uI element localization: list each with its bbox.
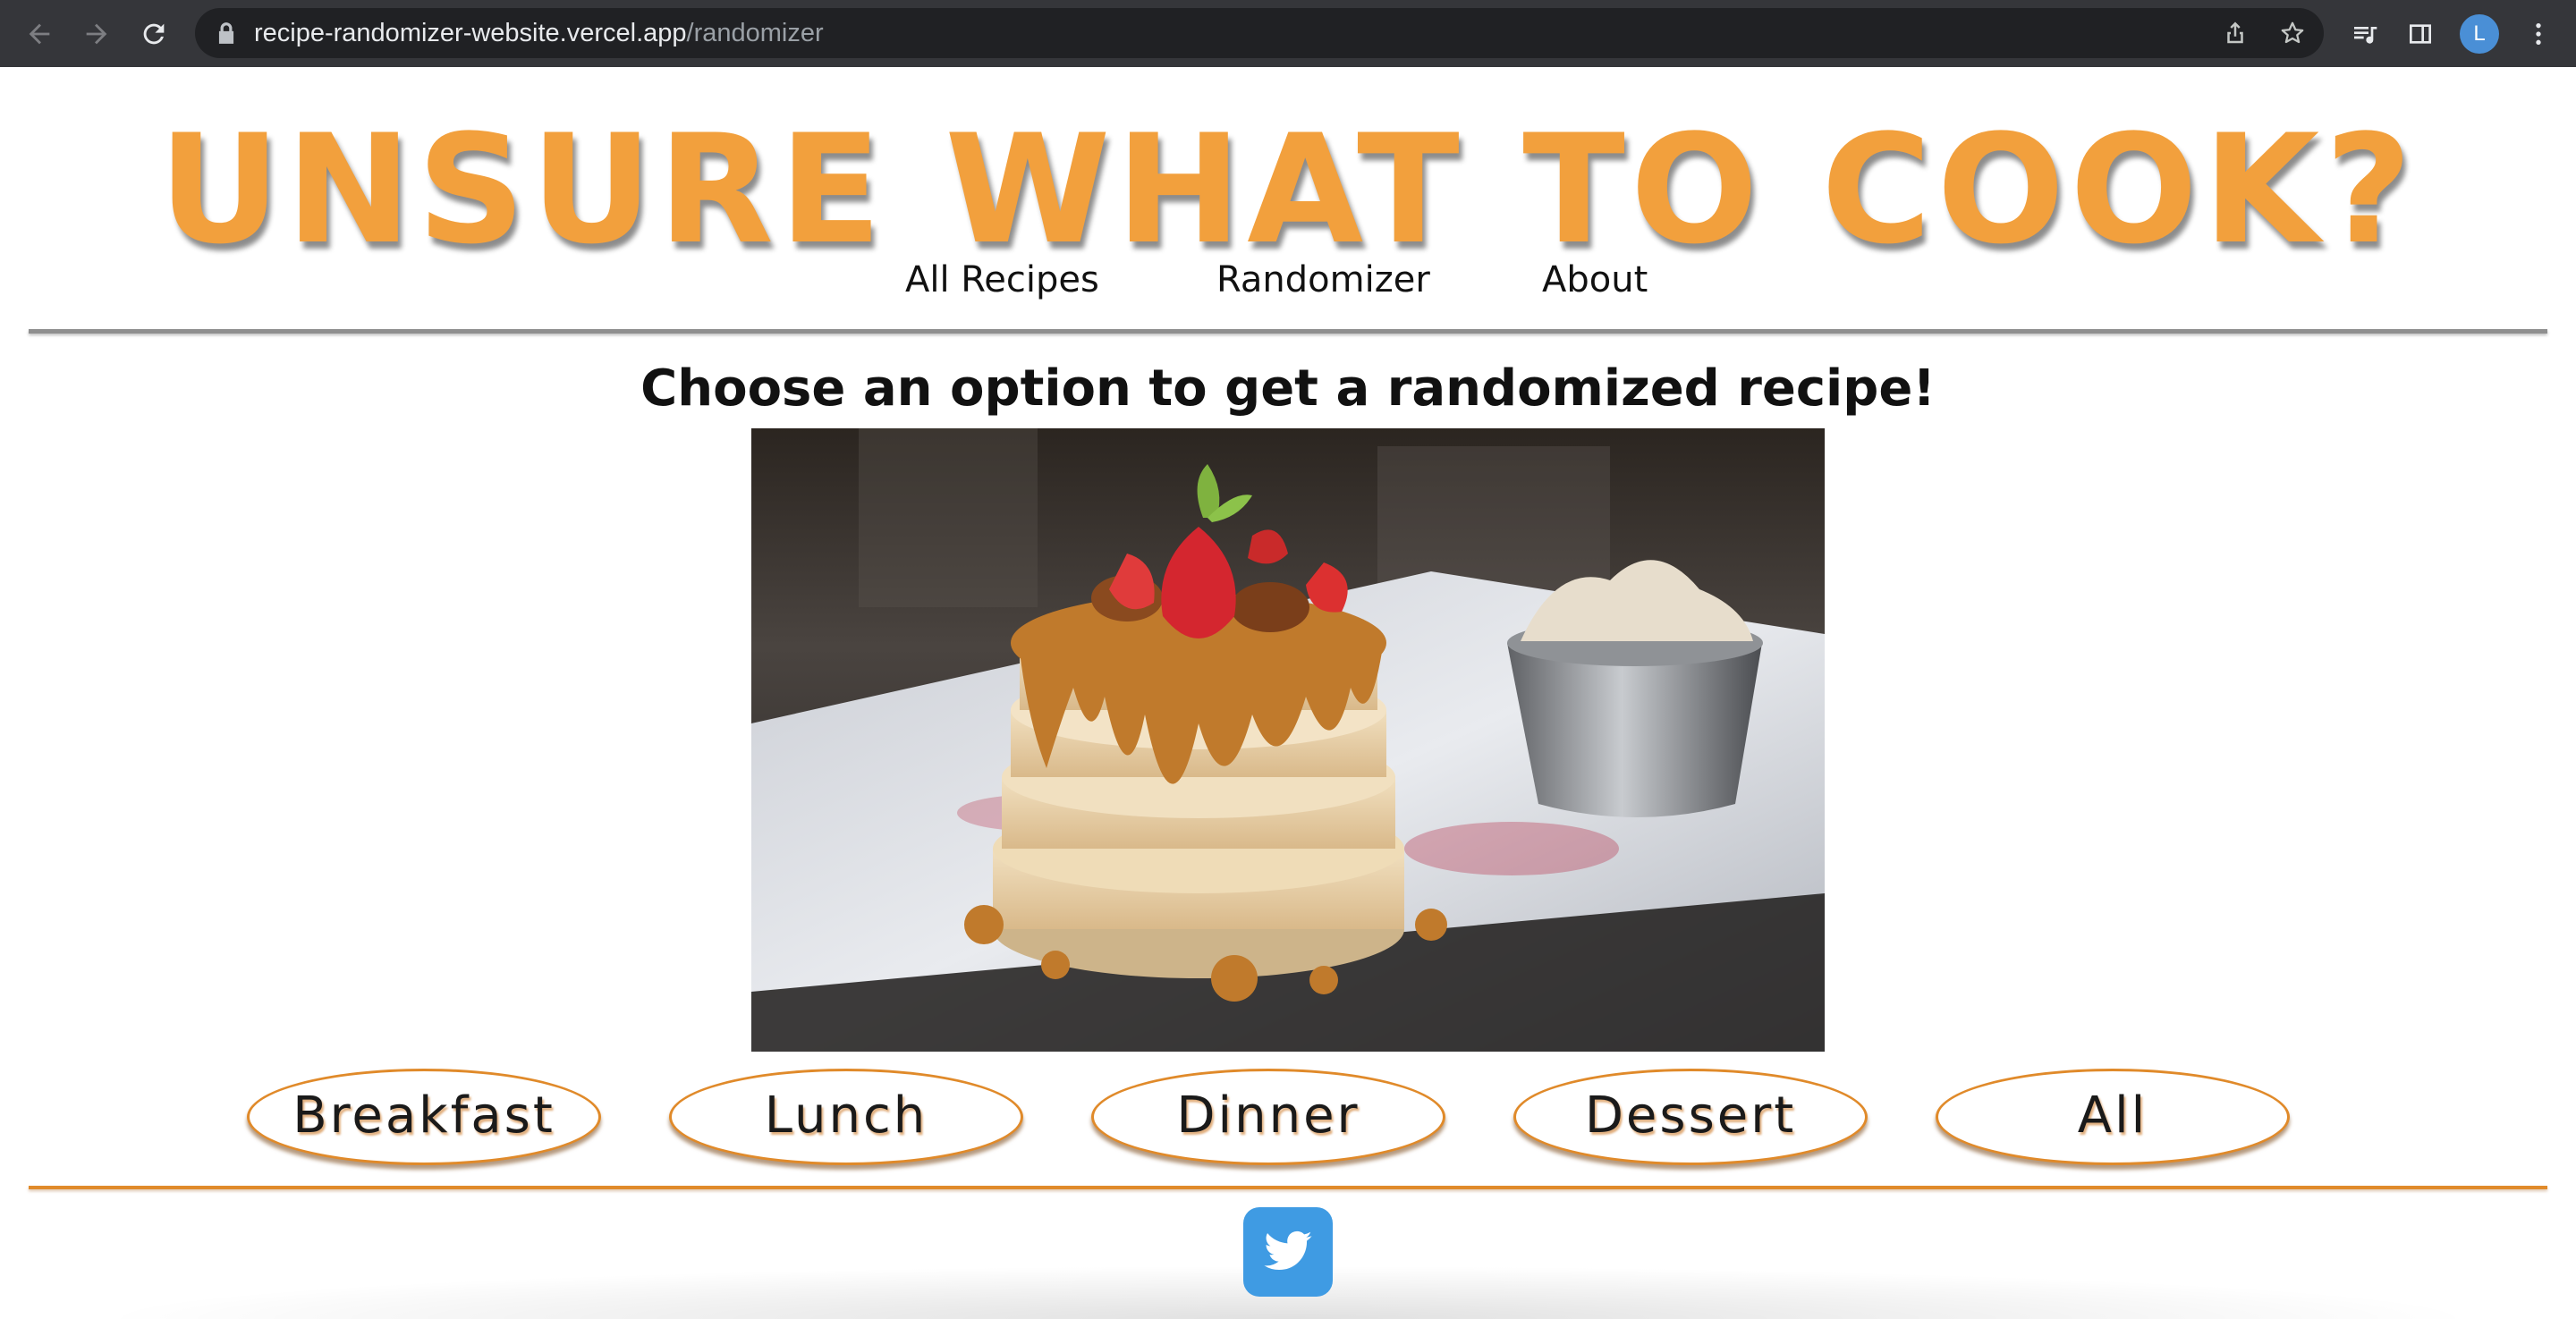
arrow-right-icon xyxy=(86,23,107,45)
profile-avatar[interactable]: L xyxy=(2460,14,2499,54)
site-title: UNSURE WHAT TO COOK? xyxy=(158,102,2418,277)
all-button[interactable]: All xyxy=(1936,1069,2290,1165)
nav-link-about[interactable]: About xyxy=(1542,253,1648,307)
media-queue-icon xyxy=(2354,27,2377,44)
kebab-menu-icon xyxy=(2536,23,2541,45)
main-nav: All Recipes Randomizer About xyxy=(0,253,2576,307)
share-icon[interactable] xyxy=(2222,20,2249,47)
media-queue-button[interactable] xyxy=(2347,16,2383,52)
twitter-icon xyxy=(1264,1230,1312,1271)
dessert-button[interactable]: Dessert xyxy=(1513,1069,1868,1165)
arrow-left-icon xyxy=(29,23,50,45)
browser-toolbar: recipe-randomizer-website.vercel.app/ran… xyxy=(0,0,2576,67)
back-button[interactable] xyxy=(21,16,57,52)
star-icon[interactable] xyxy=(2279,20,2306,47)
page-heading: Choose an option to get a randomized rec… xyxy=(640,359,1936,418)
forward-button[interactable] xyxy=(79,16,114,52)
url-text: recipe-randomizer-website.vercel.app/ran… xyxy=(254,8,824,58)
url-host: recipe-randomizer-website.vercel.app xyxy=(254,19,687,47)
side-panel-button[interactable] xyxy=(2402,16,2438,52)
hero-image xyxy=(751,428,1825,1052)
breakfast-button[interactable]: Breakfast xyxy=(247,1069,601,1165)
category-options: Breakfast Lunch Dinner Dessert All xyxy=(0,1069,2576,1169)
nav-link-randomizer[interactable]: Randomizer xyxy=(1216,253,1430,307)
side-panel-icon xyxy=(2410,24,2431,44)
url-path: /randomizer xyxy=(686,19,824,47)
browser-menu-button[interactable] xyxy=(2521,16,2556,52)
lock-icon xyxy=(218,22,234,44)
page-content: UNSURE WHAT TO COOK? All Recipes Randomi… xyxy=(0,67,2576,1319)
footer-divider xyxy=(29,1186,2547,1189)
reload-button[interactable] xyxy=(136,16,172,52)
pancake-stack-photo xyxy=(751,428,1825,1052)
twitter-link[interactable] xyxy=(1243,1207,1333,1297)
reload-icon xyxy=(143,23,165,45)
dinner-button[interactable]: Dinner xyxy=(1091,1069,1445,1165)
lunch-button[interactable]: Lunch xyxy=(669,1069,1023,1165)
address-bar[interactable]: recipe-randomizer-website.vercel.app/ran… xyxy=(195,8,2324,58)
header-divider xyxy=(29,329,2547,334)
nav-link-all-recipes[interactable]: All Recipes xyxy=(905,253,1099,307)
